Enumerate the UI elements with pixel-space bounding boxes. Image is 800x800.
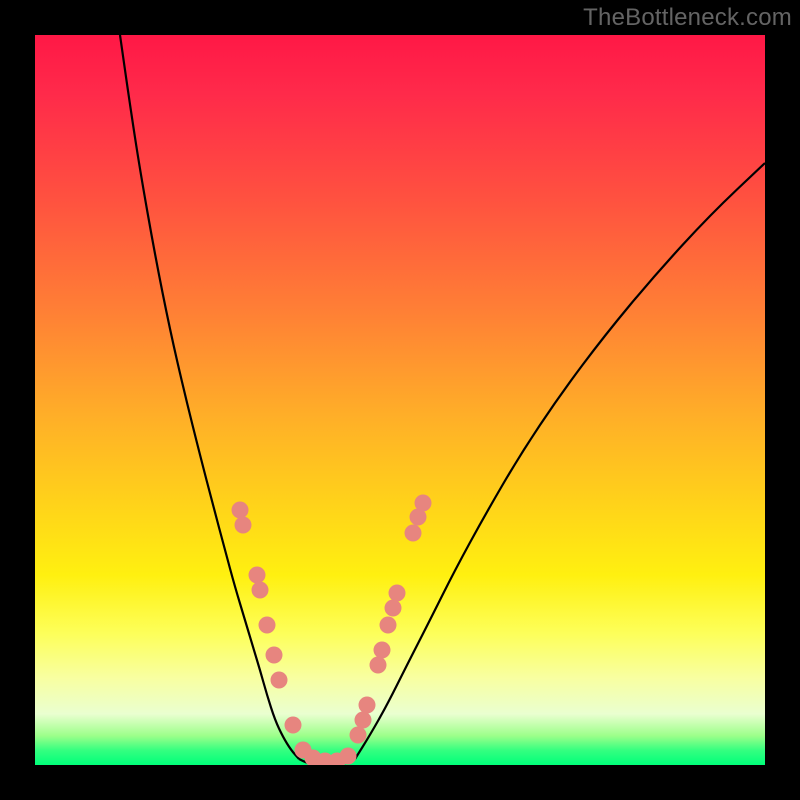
- chart-frame: TheBottleneck.com: [0, 0, 800, 800]
- data-bead: [405, 525, 422, 542]
- data-bead: [359, 697, 376, 714]
- data-bead: [232, 502, 249, 519]
- bead-group: [232, 495, 432, 766]
- data-bead: [374, 642, 391, 659]
- curve-right-branch: [355, 163, 765, 759]
- data-bead: [350, 727, 367, 744]
- data-bead: [380, 617, 397, 634]
- chart-svg: [35, 35, 765, 765]
- watermark-text: TheBottleneck.com: [583, 4, 792, 32]
- data-bead: [340, 748, 357, 765]
- data-bead: [370, 657, 387, 674]
- data-bead: [249, 567, 266, 584]
- data-bead: [385, 600, 402, 617]
- data-bead: [259, 617, 276, 634]
- data-bead: [266, 647, 283, 664]
- data-bead: [355, 712, 372, 729]
- data-bead: [252, 582, 269, 599]
- data-bead: [271, 672, 288, 689]
- plot-area: [35, 35, 765, 765]
- data-bead: [415, 495, 432, 512]
- data-bead: [285, 717, 302, 734]
- data-bead: [389, 585, 406, 602]
- data-bead: [235, 517, 252, 534]
